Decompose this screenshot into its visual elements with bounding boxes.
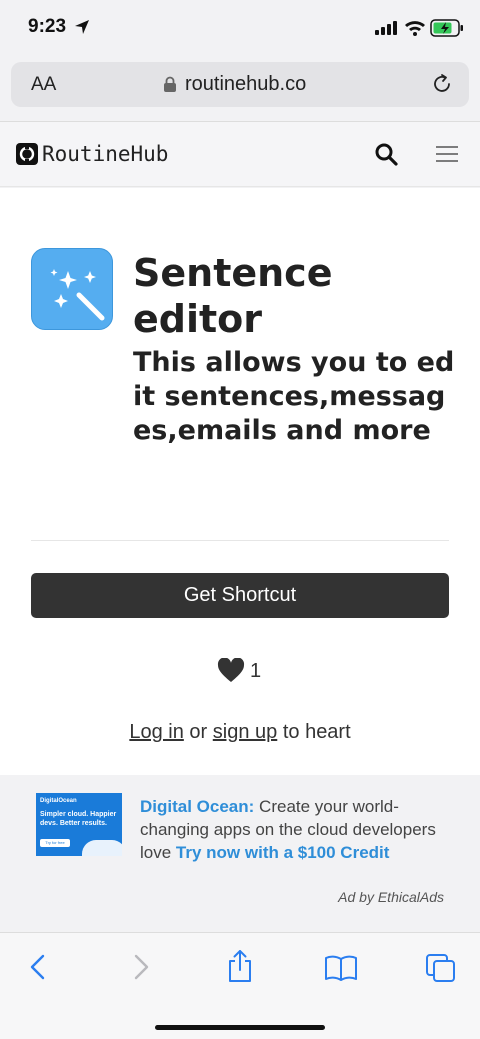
wifi-icon	[405, 21, 425, 36]
shortcut-icon	[31, 248, 113, 330]
url-text[interactable]: routinehub.co	[185, 73, 306, 96]
login-prompt: Log in or sign up to heart	[0, 721, 480, 744]
ad-image-brand: DigitalOcean	[40, 798, 77, 804]
forward-icon[interactable]	[131, 953, 151, 981]
lock-icon	[164, 76, 176, 92]
get-shortcut-button[interactable]: Get Shortcut	[31, 573, 449, 618]
heart-count: 1	[250, 660, 262, 682]
tabs-icon[interactable]	[425, 953, 457, 983]
ad-cta-link[interactable]: Try now with a $100 Credit	[176, 843, 390, 862]
signup-link[interactable]: sign up	[213, 721, 278, 743]
heart-icon[interactable]	[217, 658, 245, 683]
bookmarks-icon[interactable]	[324, 953, 358, 981]
shortcut-detail: Sentence editor This allows you to edit …	[0, 188, 480, 775]
share-icon[interactable]	[226, 949, 254, 983]
shortcut-description: This allows you to edit sentences,messag…	[133, 347, 455, 446]
magic-wand-icon	[50, 269, 105, 321]
back-icon[interactable]	[28, 953, 48, 981]
shortcut-title: Sentence editor	[133, 251, 333, 341]
battery-charging-icon	[430, 19, 463, 37]
address-bar[interactable]: AA routinehub.co	[11, 62, 469, 107]
hamburger-menu-icon[interactable]	[436, 146, 458, 162]
browser-toolbar	[0, 932, 480, 1039]
ad-credit[interactable]: Ad by EthicalAds	[338, 889, 444, 905]
ad-sponsor[interactable]: Digital Ocean:	[140, 797, 254, 816]
ad-image[interactable]: DigitalOcean Simpler cloud. Happier devs…	[36, 793, 122, 856]
search-icon[interactable]	[374, 142, 398, 166]
login-link[interactable]: Log in	[129, 721, 184, 743]
status-bar: 9:23	[0, 0, 480, 58]
cloud-icon	[82, 840, 122, 856]
divider	[31, 540, 449, 541]
ad-image-tagline: Simpler cloud. Happier devs. Better resu…	[40, 811, 117, 827]
text-size-button[interactable]: AA	[31, 74, 56, 96]
status-time: 9:23	[28, 16, 67, 37]
cellular-signal-icon	[375, 21, 397, 35]
routinehub-logo-icon[interactable]	[16, 143, 38, 165]
location-arrow-icon	[75, 20, 89, 34]
reload-icon[interactable]	[431, 73, 453, 95]
site-name[interactable]: RoutineHub	[42, 142, 168, 166]
home-indicator	[155, 1025, 325, 1030]
ad-image-button: Try for free	[40, 839, 70, 847]
site-header: RoutineHub	[0, 121, 480, 187]
ad-banner: DigitalOcean Simpler cloud. Happier devs…	[0, 775, 480, 932]
to-heart-text: to heart	[282, 721, 351, 743]
or-text: or	[189, 721, 208, 743]
ad-text[interactable]: Digital Ocean: Create your world-changin…	[140, 795, 440, 864]
